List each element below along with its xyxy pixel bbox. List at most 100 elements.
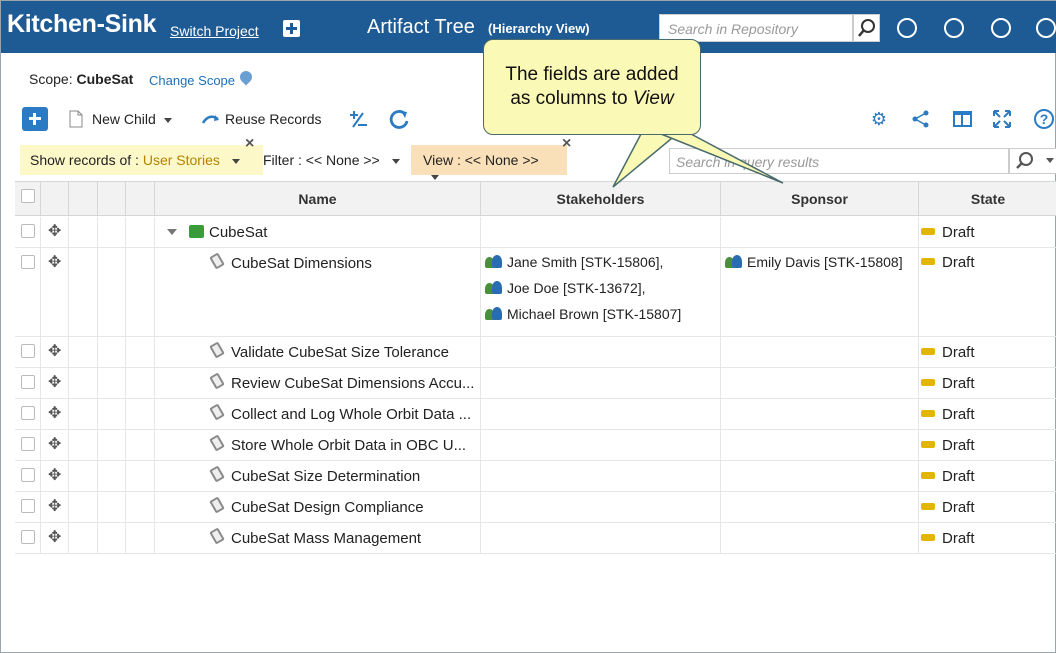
artifact-name[interactable]: Store Whole Orbit Data in OBC U... — [231, 437, 479, 454]
location-pin-icon[interactable] — [237, 68, 255, 86]
artifact-name[interactable]: Review CubeSat Dimensions Accu... — [231, 375, 479, 392]
grid-cell — [481, 368, 721, 398]
move-handle-icon[interactable]: ✥ — [48, 252, 61, 272]
column-header-stakeholders[interactable]: Stakeholders — [481, 182, 721, 216]
table-row[interactable]: ✥ Review CubeSat Dimensions Accu... Draft — [15, 368, 1056, 399]
artifact-name[interactable]: CubeSat Dimensions — [231, 255, 479, 272]
artifact-name[interactable]: CubeSat Size Determination — [231, 468, 479, 485]
move-handle-icon[interactable]: ✥ — [48, 496, 61, 516]
table-row[interactable]: ✥ CubeSat Design Compliance Draft — [15, 492, 1056, 523]
move-handle-icon[interactable]: ✥ — [48, 527, 61, 547]
svg-text:?: ? — [1040, 111, 1049, 127]
refresh-icon[interactable] — [388, 108, 410, 130]
reuse-icon — [201, 115, 219, 124]
row-checkbox[interactable] — [21, 530, 35, 544]
show-records-dropdown[interactable]: Show records of : User Stories — [20, 145, 263, 175]
stakeholder-entry[interactable]: Joe Doe [STK-13672], — [485, 280, 646, 296]
artifact-name[interactable]: Validate CubeSat Size Tolerance — [231, 344, 479, 361]
status-badge: Draft — [921, 344, 975, 361]
grid-cell — [69, 217, 98, 247]
switch-project-link[interactable]: Switch Project — [170, 23, 259, 39]
reuse-records-button[interactable]: Reuse Records — [225, 111, 322, 127]
table-row[interactable]: ✥ CubeSat Dimensions Jane Smith [STK-15806… — [15, 248, 1056, 337]
view-dropdown[interactable]: View : << None >> — [411, 145, 567, 180]
add-button[interactable] — [22, 107, 48, 131]
scope-value: CubeSat — [76, 71, 134, 87]
table-row[interactable]: ✥ CubeSat Size Determination Draft — [15, 461, 1056, 492]
grid-cell — [69, 399, 98, 429]
header-spacer — [126, 182, 155, 216]
select-all-checkbox[interactable] — [21, 189, 35, 203]
draft-state-icon — [921, 472, 935, 479]
grid-cell — [126, 337, 155, 367]
grid-cell — [481, 492, 721, 522]
row-checkbox[interactable] — [21, 344, 35, 358]
draft-state-icon — [921, 228, 935, 235]
row-checkbox[interactable] — [21, 437, 35, 451]
artifact-name[interactable]: CubeSat Design Compliance — [231, 499, 479, 516]
folder-icon — [189, 225, 204, 238]
search-button[interactable] — [853, 14, 880, 42]
close-icon[interactable]: × — [562, 135, 571, 153]
move-handle-icon[interactable]: ✥ — [48, 434, 61, 454]
user-icon[interactable] — [991, 18, 1011, 38]
grid-cell — [126, 430, 155, 460]
plus-minus-icon[interactable] — [347, 109, 369, 129]
people-icon — [485, 254, 503, 269]
expand-toggle-icon[interactable] — [167, 229, 177, 235]
artifact-name[interactable]: Collect and Log Whole Orbit Data ... — [231, 406, 479, 423]
artifact-name[interactable]: CubeSat Mass Management — [231, 530, 479, 547]
sponsor-entry[interactable]: Emily Davis [STK-15808] — [725, 254, 903, 270]
query-search-button[interactable] — [1009, 148, 1056, 174]
column-header-name[interactable]: Name — [155, 182, 481, 216]
stakeholder-entry[interactable]: Jane Smith [STK-15806], — [485, 254, 663, 270]
row-checkbox[interactable] — [21, 255, 35, 269]
columns-icon[interactable] — [952, 109, 974, 129]
artifact-name[interactable]: CubeSat — [209, 224, 469, 241]
move-handle-icon[interactable]: ✥ — [48, 372, 61, 392]
sync-icon[interactable] — [897, 18, 917, 38]
chevron-down-icon — [163, 117, 172, 123]
share-icon[interactable] — [911, 109, 931, 129]
move-handle-icon[interactable]: ✥ — [48, 221, 61, 241]
move-handle-icon[interactable]: ✥ — [48, 403, 61, 423]
expand-icon[interactable] — [992, 109, 1012, 129]
grid-cell — [721, 430, 919, 460]
column-header-state[interactable]: State — [919, 182, 1056, 216]
move-handle-icon[interactable]: ✥ — [48, 341, 61, 361]
new-child-button[interactable]: New Child — [92, 111, 172, 127]
table-row[interactable]: ✥ CubeSat Draft — [15, 217, 1056, 248]
change-scope-link[interactable]: Change Scope — [149, 73, 235, 88]
filter-dropdown[interactable]: Filter : << None >> — [263, 145, 411, 175]
table-row[interactable]: ✥ Validate CubeSat Size Tolerance Draft — [15, 337, 1056, 368]
table-row[interactable]: ✥ Collect and Log Whole Orbit Data ... Dra… — [15, 399, 1056, 430]
aperture-icon[interactable] — [944, 18, 964, 38]
grid-cell — [98, 492, 126, 522]
grid-cell — [126, 399, 155, 429]
help-icon[interactable] — [1036, 18, 1056, 38]
help-circle-icon[interactable]: ? — [1033, 108, 1055, 130]
table-row[interactable]: ✥ CubeSat Mass Management Draft — [15, 523, 1056, 554]
table-row[interactable]: ✥ Store Whole Orbit Data in OBC U... Draft — [15, 430, 1056, 461]
row-checkbox[interactable] — [21, 224, 35, 238]
chevron-down-icon — [391, 158, 400, 164]
grid-cell — [98, 217, 126, 247]
add-project-icon[interactable] — [283, 20, 300, 37]
gear-icon[interactable]: ⚙ — [869, 109, 889, 129]
row-checkbox[interactable] — [21, 499, 35, 513]
move-handle-icon[interactable]: ✥ — [48, 465, 61, 485]
query-search-input[interactable]: Search in query results — [669, 148, 1009, 174]
grid-cell — [98, 461, 126, 491]
row-checkbox[interactable] — [21, 375, 35, 389]
grid-cell — [98, 523, 126, 553]
column-header-sponsor[interactable]: Sponsor — [721, 182, 919, 216]
grid-cell — [69, 368, 98, 398]
select-all-cell — [15, 182, 41, 216]
repository-search-input[interactable]: Search in Repository — [659, 14, 853, 42]
grid-cell — [69, 523, 98, 553]
grid-cell — [126, 248, 155, 336]
row-checkbox[interactable] — [21, 468, 35, 482]
close-icon[interactable]: × — [245, 135, 254, 153]
row-checkbox[interactable] — [21, 406, 35, 420]
stakeholder-entry[interactable]: Michael Brown [STK-15807] — [485, 306, 681, 322]
